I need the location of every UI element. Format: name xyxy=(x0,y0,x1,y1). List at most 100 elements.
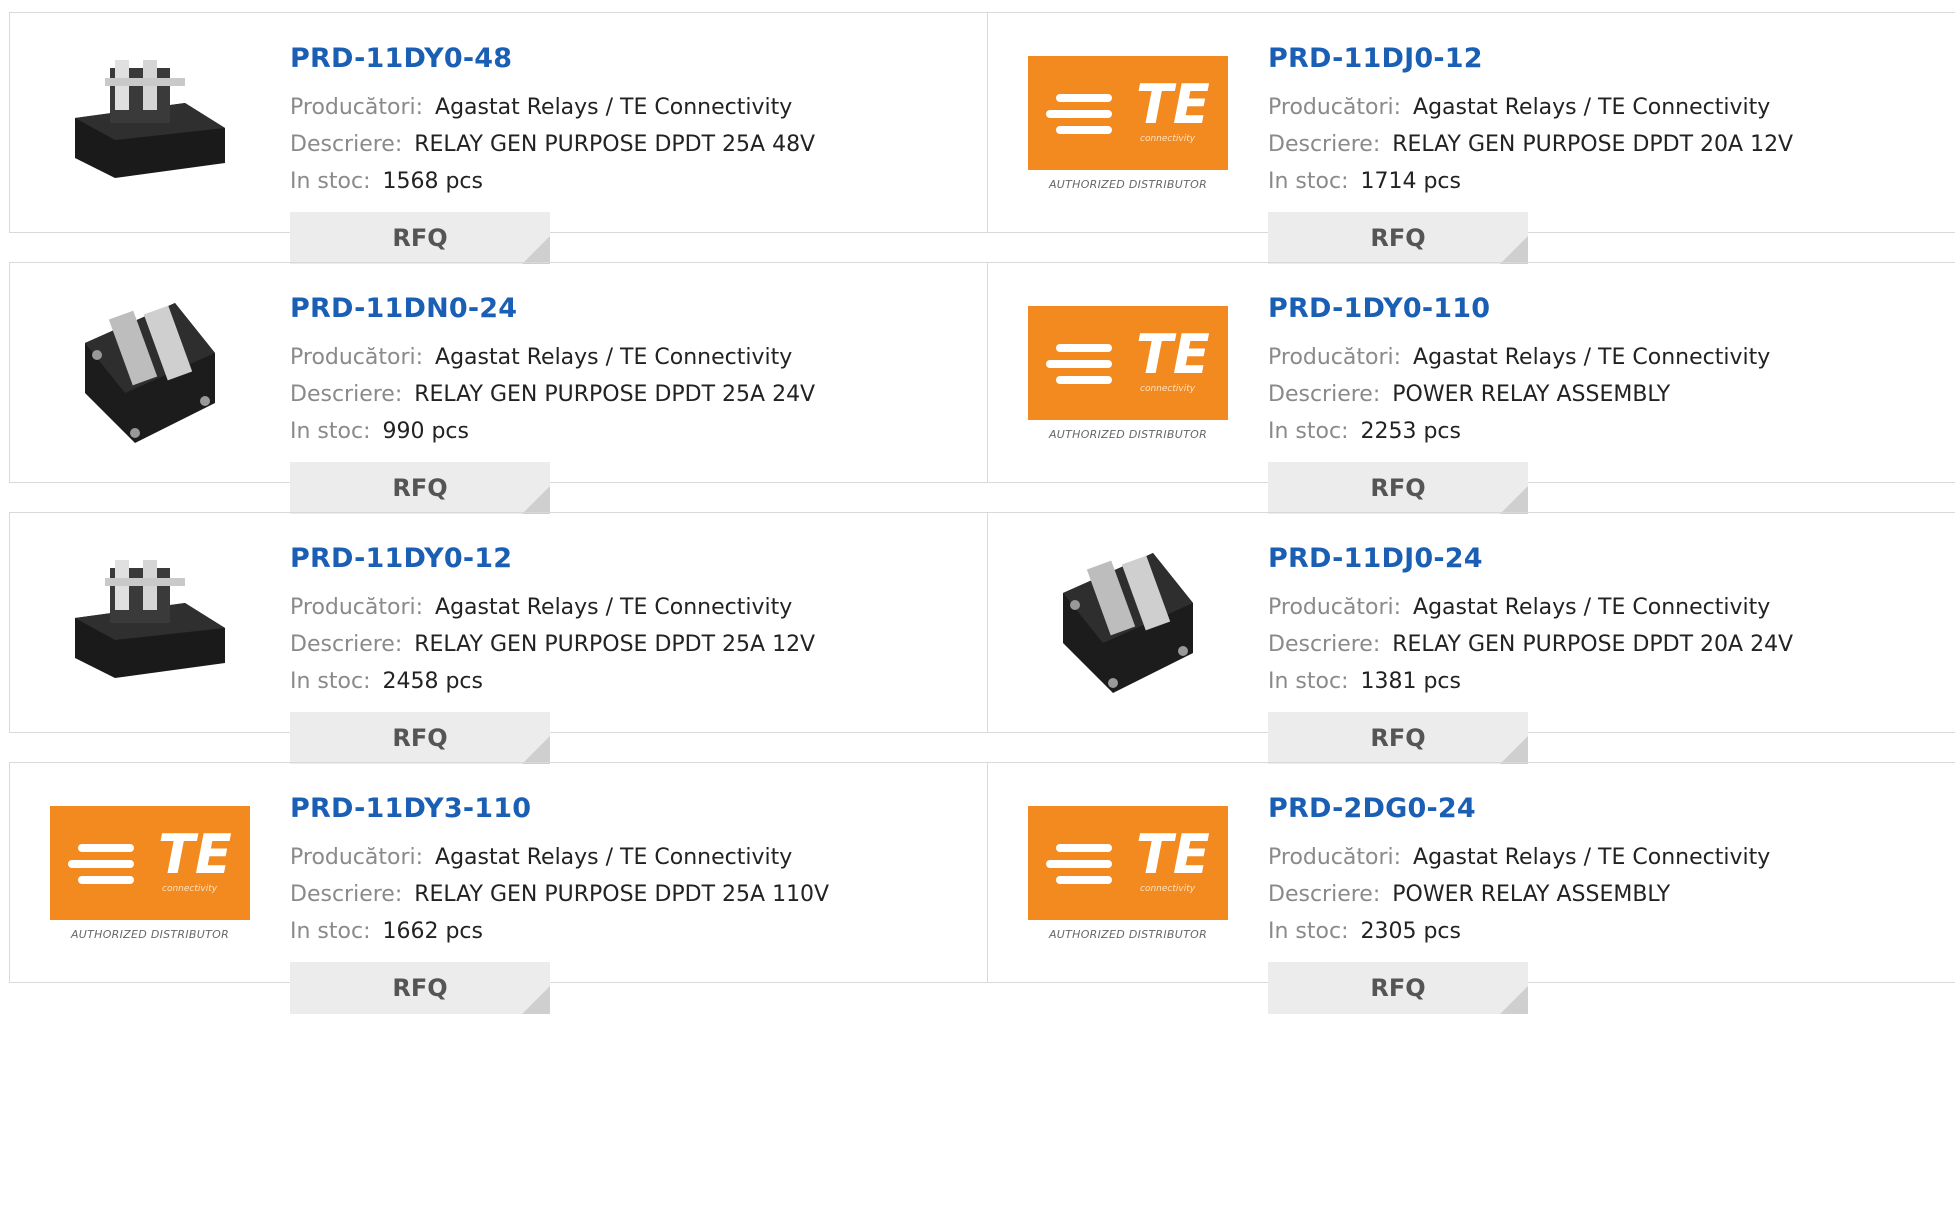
part-number-link[interactable]: PRD-11DY0-12 xyxy=(290,541,977,577)
product-info: PRD-11DN0-24 Producători: Agastat Relays … xyxy=(290,291,977,514)
product-thumbnail[interactable] xyxy=(1028,535,1228,705)
manufacturer-line: Producători: Agastat Relays / TE Connecti… xyxy=(1268,339,1946,376)
stock-value: 1568 pcs xyxy=(382,169,483,194)
relay-product-image[interactable] xyxy=(65,48,235,192)
part-number-link[interactable]: PRD-11DN0-24 xyxy=(290,291,977,327)
product-thumbnail[interactable] xyxy=(50,35,250,205)
description-label: Descriere: xyxy=(290,382,403,407)
rfq-button[interactable]: RFQ xyxy=(1268,712,1528,764)
relay-product-image[interactable] xyxy=(65,283,235,457)
rfq-button[interactable]: RFQ xyxy=(290,962,550,1014)
manufacturer-value: Agastat Relays / TE Connectivity xyxy=(1413,595,1771,620)
manufacturer-line: Producători: Agastat Relays / TE Connecti… xyxy=(290,339,977,376)
part-number-link[interactable]: PRD-2DG0-24 xyxy=(1268,791,1946,827)
part-number-link[interactable]: PRD-11DY3-110 xyxy=(290,791,977,827)
product-info: PRD-11DY0-12 Producători: Agastat Relays … xyxy=(290,541,977,764)
part-number-link[interactable]: PRD-11DY0-48 xyxy=(290,41,977,77)
description-value: RELAY GEN PURPOSE DPDT 25A 48V xyxy=(414,132,816,157)
manufacturer-value: Agastat Relays / TE Connectivity xyxy=(435,345,793,370)
stock-label: In stoc: xyxy=(290,169,371,194)
product-card: PRD-11DJ0-24 Producători: Agastat Relays … xyxy=(988,513,1955,764)
rfq-button[interactable]: RFQ xyxy=(1268,462,1528,514)
product-info: PRD-11DJ0-12 Producători: Agastat Relays … xyxy=(1268,41,1946,264)
description-label: Descriere: xyxy=(290,132,403,157)
manufacturer-line: Producători: Agastat Relays / TE Connecti… xyxy=(290,839,977,876)
description-label: Descriere: xyxy=(1268,132,1381,157)
te-connectivity-logo: TE connectivity AUTHORIZED DISTRIBUTOR xyxy=(1028,270,1228,470)
rfq-button[interactable]: RFQ xyxy=(290,462,550,514)
manufacturer-label: Producători: xyxy=(1268,845,1402,870)
manufacturer-line: Producători: Agastat Relays / TE Connecti… xyxy=(290,589,977,626)
rfq-button[interactable]: RFQ xyxy=(1268,212,1528,264)
product-thumbnail[interactable]: TE connectivity AUTHORIZED DISTRIBUTOR xyxy=(1028,785,1228,955)
description-value: POWER RELAY ASSEMBLY xyxy=(1392,882,1671,907)
rfq-button-label: RFQ xyxy=(392,474,448,502)
rfq-button[interactable]: RFQ xyxy=(1268,962,1528,1014)
product-card: TE connectivity AUTHORIZED DISTRIBUTOR P… xyxy=(988,13,1955,264)
rfq-button-label: RFQ xyxy=(1370,474,1426,502)
product-info: PRD-11DY3-110 Producători: Agastat Relays… xyxy=(290,791,977,1014)
manufacturer-label: Producători: xyxy=(290,345,424,370)
rfq-corner-decoration xyxy=(522,986,550,1014)
manufacturer-value: Agastat Relays / TE Connectivity xyxy=(1413,95,1771,120)
rfq-button-label: RFQ xyxy=(1370,974,1426,1002)
stock-value: 1662 pcs xyxy=(382,919,483,944)
product-thumbnail[interactable]: TE connectivity AUTHORIZED DISTRIBUTOR xyxy=(50,785,250,955)
rfq-corner-decoration xyxy=(522,236,550,264)
product-row: PRD-11DY0-12 Producători: Agastat Relays … xyxy=(9,512,1955,764)
product-row: PRD-11DN0-24 Producători: Agastat Relays … xyxy=(9,262,1955,514)
stock-label: In stoc: xyxy=(290,919,371,944)
product-thumbnail[interactable]: TE connectivity AUTHORIZED DISTRIBUTOR xyxy=(1028,35,1228,205)
description-value: RELAY GEN PURPOSE DPDT 25A 12V xyxy=(414,632,816,657)
stock-label: In stoc: xyxy=(290,669,371,694)
stock-label: In stoc: xyxy=(290,419,371,444)
product-thumbnail[interactable] xyxy=(50,285,250,455)
rfq-corner-decoration xyxy=(1500,736,1528,764)
stock-line: In stoc: 990 pcs xyxy=(290,413,977,450)
product-thumbnail[interactable] xyxy=(50,535,250,705)
description-line: Descriere: POWER RELAY ASSEMBLY xyxy=(1268,376,1946,413)
product-thumbnail[interactable]: TE connectivity AUTHORIZED DISTRIBUTOR xyxy=(1028,285,1228,455)
manufacturer-label: Producători: xyxy=(290,595,424,620)
manufacturer-value: Agastat Relays / TE Connectivity xyxy=(1413,345,1771,370)
rfq-button[interactable]: RFQ xyxy=(290,212,550,264)
description-label: Descriere: xyxy=(1268,632,1381,657)
rfq-button-label: RFQ xyxy=(392,224,448,252)
product-info: PRD-11DJ0-24 Producători: Agastat Relays … xyxy=(1268,541,1946,764)
part-number-link[interactable]: PRD-1DY0-110 xyxy=(1268,291,1946,327)
description-label: Descriere: xyxy=(290,632,403,657)
stock-line: In stoc: 2305 pcs xyxy=(1268,913,1946,950)
description-line: Descriere: RELAY GEN PURPOSE DPDT 25A 24V xyxy=(290,376,977,413)
stock-label: In stoc: xyxy=(1268,919,1349,944)
relay-product-image[interactable] xyxy=(65,548,235,692)
stock-value: 1381 pcs xyxy=(1360,669,1461,694)
product-card: PRD-11DY0-48 Producători: Agastat Relays … xyxy=(10,13,988,264)
manufacturer-line: Producători: Agastat Relays / TE Connecti… xyxy=(1268,89,1946,126)
product-row: PRD-11DY0-48 Producători: Agastat Relays … xyxy=(9,12,1955,264)
stock-line: In stoc: 2458 pcs xyxy=(290,663,977,700)
manufacturer-value: Agastat Relays / TE Connectivity xyxy=(1413,845,1771,870)
product-card: PRD-11DY0-12 Producători: Agastat Relays … xyxy=(10,513,988,764)
manufacturer-label: Producători: xyxy=(1268,95,1402,120)
stock-line: In stoc: 1568 pcs xyxy=(290,163,977,200)
stock-line: In stoc: 1714 pcs xyxy=(1268,163,1946,200)
part-number-link[interactable]: PRD-11DJ0-12 xyxy=(1268,41,1946,77)
manufacturer-label: Producători: xyxy=(290,95,424,120)
stock-label: In stoc: xyxy=(1268,169,1349,194)
rfq-button-label: RFQ xyxy=(392,724,448,752)
manufacturer-line: Producători: Agastat Relays / TE Connecti… xyxy=(1268,589,1946,626)
stock-label: In stoc: xyxy=(1268,669,1349,694)
product-info: PRD-11DY0-48 Producători: Agastat Relays … xyxy=(290,41,977,264)
rfq-button-label: RFQ xyxy=(1370,224,1426,252)
product-info: PRD-2DG0-24 Producători: Agastat Relays /… xyxy=(1268,791,1946,1014)
stock-value: 2458 pcs xyxy=(382,669,483,694)
description-line: Descriere: RELAY GEN PURPOSE DPDT 25A 48V xyxy=(290,126,977,163)
manufacturer-label: Producători: xyxy=(290,845,424,870)
relay-product-image[interactable] xyxy=(1043,533,1213,707)
rfq-corner-decoration xyxy=(522,486,550,514)
part-number-link[interactable]: PRD-11DJ0-24 xyxy=(1268,541,1946,577)
te-connectivity-logo: TE connectivity AUTHORIZED DISTRIBUTOR xyxy=(50,770,250,970)
manufacturer-line: Producători: Agastat Relays / TE Connecti… xyxy=(290,89,977,126)
description-value: POWER RELAY ASSEMBLY xyxy=(1392,382,1671,407)
rfq-button[interactable]: RFQ xyxy=(290,712,550,764)
